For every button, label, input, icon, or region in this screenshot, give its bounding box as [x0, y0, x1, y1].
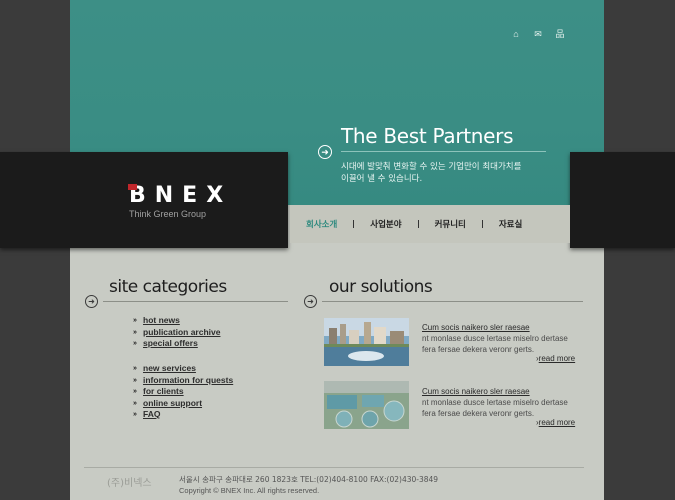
bullet-icon: » — [133, 340, 137, 347]
hero-subtitle-line1: 시대에 발맞춰 변화할 수 있는 기업만이 최대가치를 — [341, 162, 522, 172]
categories-list-2: » new services » information for quests » f… — [133, 363, 233, 421]
categories-list-1: » hot news » publication archive » special … — [133, 315, 220, 350]
link-information-for-quests[interactable]: information for quests — [143, 375, 233, 387]
footer-logo: (주)비넥스 — [107, 478, 152, 489]
link-special-offers[interactable]: special offers — [143, 338, 198, 350]
solution-description: nt monlase dusce lertase miselro dertase… — [422, 398, 568, 418]
nav-item-business[interactable]: 사업분야 — [354, 218, 417, 230]
bullet-icon: » — [133, 411, 137, 418]
bullet-icon: » — [133, 365, 137, 372]
logo-accent-bar — [128, 184, 137, 190]
mail-icon[interactable]: ✉ — [532, 29, 544, 39]
hero-subtitle-line2: 이끌어 낼 수 있습니다. — [341, 174, 423, 184]
read-more-link[interactable]: ›read more — [536, 354, 575, 363]
sitemap-icon[interactable]: 品 — [554, 29, 566, 39]
hero-arrow-icon: ➜ — [318, 145, 332, 159]
list-item: » online support — [133, 398, 233, 410]
hero-title: The Best Partners — [341, 124, 514, 148]
solutions-heading: our solutions — [329, 277, 433, 297]
brand-logo[interactable]: BNEX — [128, 183, 233, 208]
list-item: » for clients — [133, 386, 233, 398]
link-online-support[interactable]: online support — [143, 398, 202, 410]
categories-heading: site categories — [109, 277, 227, 297]
footer-divider — [84, 467, 584, 468]
bullet-icon: » — [133, 399, 137, 407]
bullet-icon: » — [133, 376, 137, 384]
home-icon[interactable]: ⌂ — [510, 29, 522, 39]
link-hot-news[interactable]: hot news — [143, 315, 180, 327]
hero-subtitle: 시대에 발맞춰 변화할 수 있는 기업만이 최대가치를 이끌어 낼 수 있습니다… — [341, 161, 561, 185]
solutions-arrow-icon[interactable]: ➜ — [304, 295, 317, 308]
nav-item-company[interactable]: 회사소개 — [290, 218, 353, 230]
nav-item-archive[interactable]: 자료실 — [483, 218, 538, 230]
list-item: » publication archive — [133, 327, 220, 339]
read-more-link[interactable]: ›read more — [536, 418, 575, 427]
main-nav: 회사소개 사업분야 커뮤니티 자료실 — [290, 205, 570, 243]
list-item: » special offers — [133, 338, 220, 350]
hero-divider — [341, 151, 546, 152]
solutions-divider — [322, 301, 583, 302]
logo-text: BNEX — [129, 183, 233, 208]
top-utility-icons: ⌂ ✉ 品 — [510, 29, 566, 39]
list-item: » new services — [133, 363, 233, 375]
solution-title[interactable]: Cum socis naikero sler raesae — [422, 323, 530, 332]
link-for-clients[interactable]: for clients — [143, 386, 184, 398]
nav-item-community[interactable]: 커뮤니티 — [419, 218, 482, 230]
solution-title[interactable]: Cum socis naikero sler raesae — [422, 387, 530, 396]
list-item: » FAQ — [133, 409, 233, 421]
solution-image-city[interactable] — [324, 318, 409, 366]
left-dark-margin — [0, 0, 70, 500]
right-dark-margin — [604, 0, 675, 500]
footer-copyright: Copyright © BNEX Inc. All rights reserve… — [179, 486, 320, 495]
categories-divider — [103, 301, 288, 302]
footer-address: 서울시 송파구 송파대로 260 1823호 TEL:(02)404-8100 … — [179, 475, 439, 484]
bullet-icon: » — [133, 388, 137, 395]
categories-arrow-icon[interactable]: ➜ — [85, 295, 98, 308]
solution-description: nt monlase dusce lertase miselro dertase… — [422, 334, 568, 354]
bullet-icon: » — [133, 328, 137, 336]
link-new-services[interactable]: new services — [143, 363, 196, 375]
logo-tagline: Think Green Group — [129, 209, 207, 219]
bullet-icon: » — [133, 317, 137, 324]
logo-band-right — [570, 152, 675, 248]
solution-image-treatment-plant[interactable] — [324, 381, 409, 429]
list-item: » information for quests — [133, 375, 233, 387]
link-publication-archive[interactable]: publication archive — [143, 327, 220, 339]
link-faq[interactable]: FAQ — [143, 409, 160, 421]
list-item: » hot news — [133, 315, 220, 327]
